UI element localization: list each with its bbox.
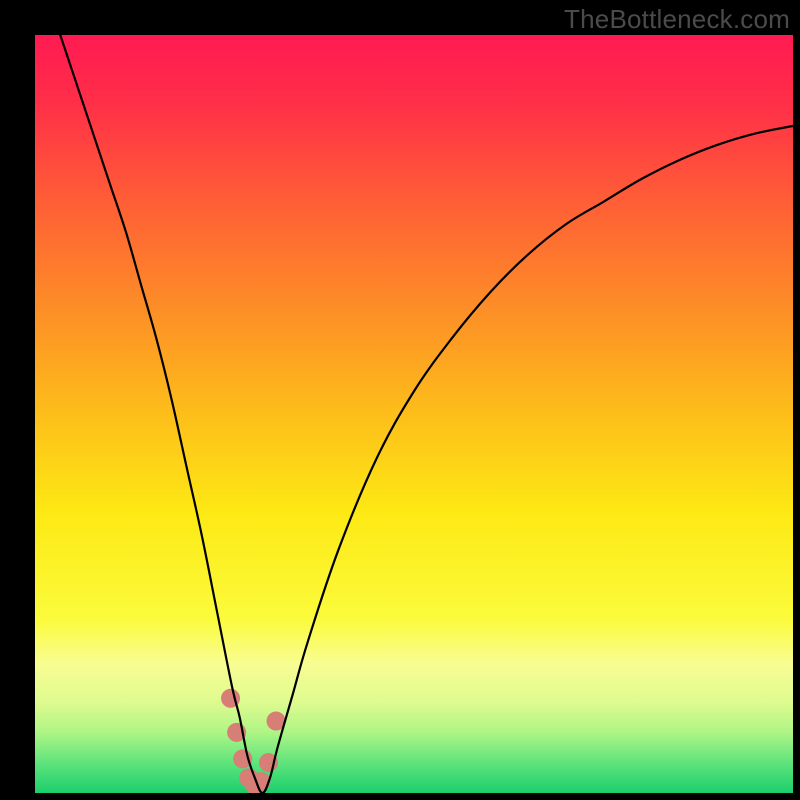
highlight-dots — [222, 689, 285, 793]
chart-frame: TheBottleneck.com — [0, 0, 800, 800]
curve-layer — [35, 35, 793, 793]
watermark-text: TheBottleneck.com — [564, 4, 790, 35]
bottleneck-curve — [35, 35, 793, 793]
plot-area — [35, 35, 793, 793]
